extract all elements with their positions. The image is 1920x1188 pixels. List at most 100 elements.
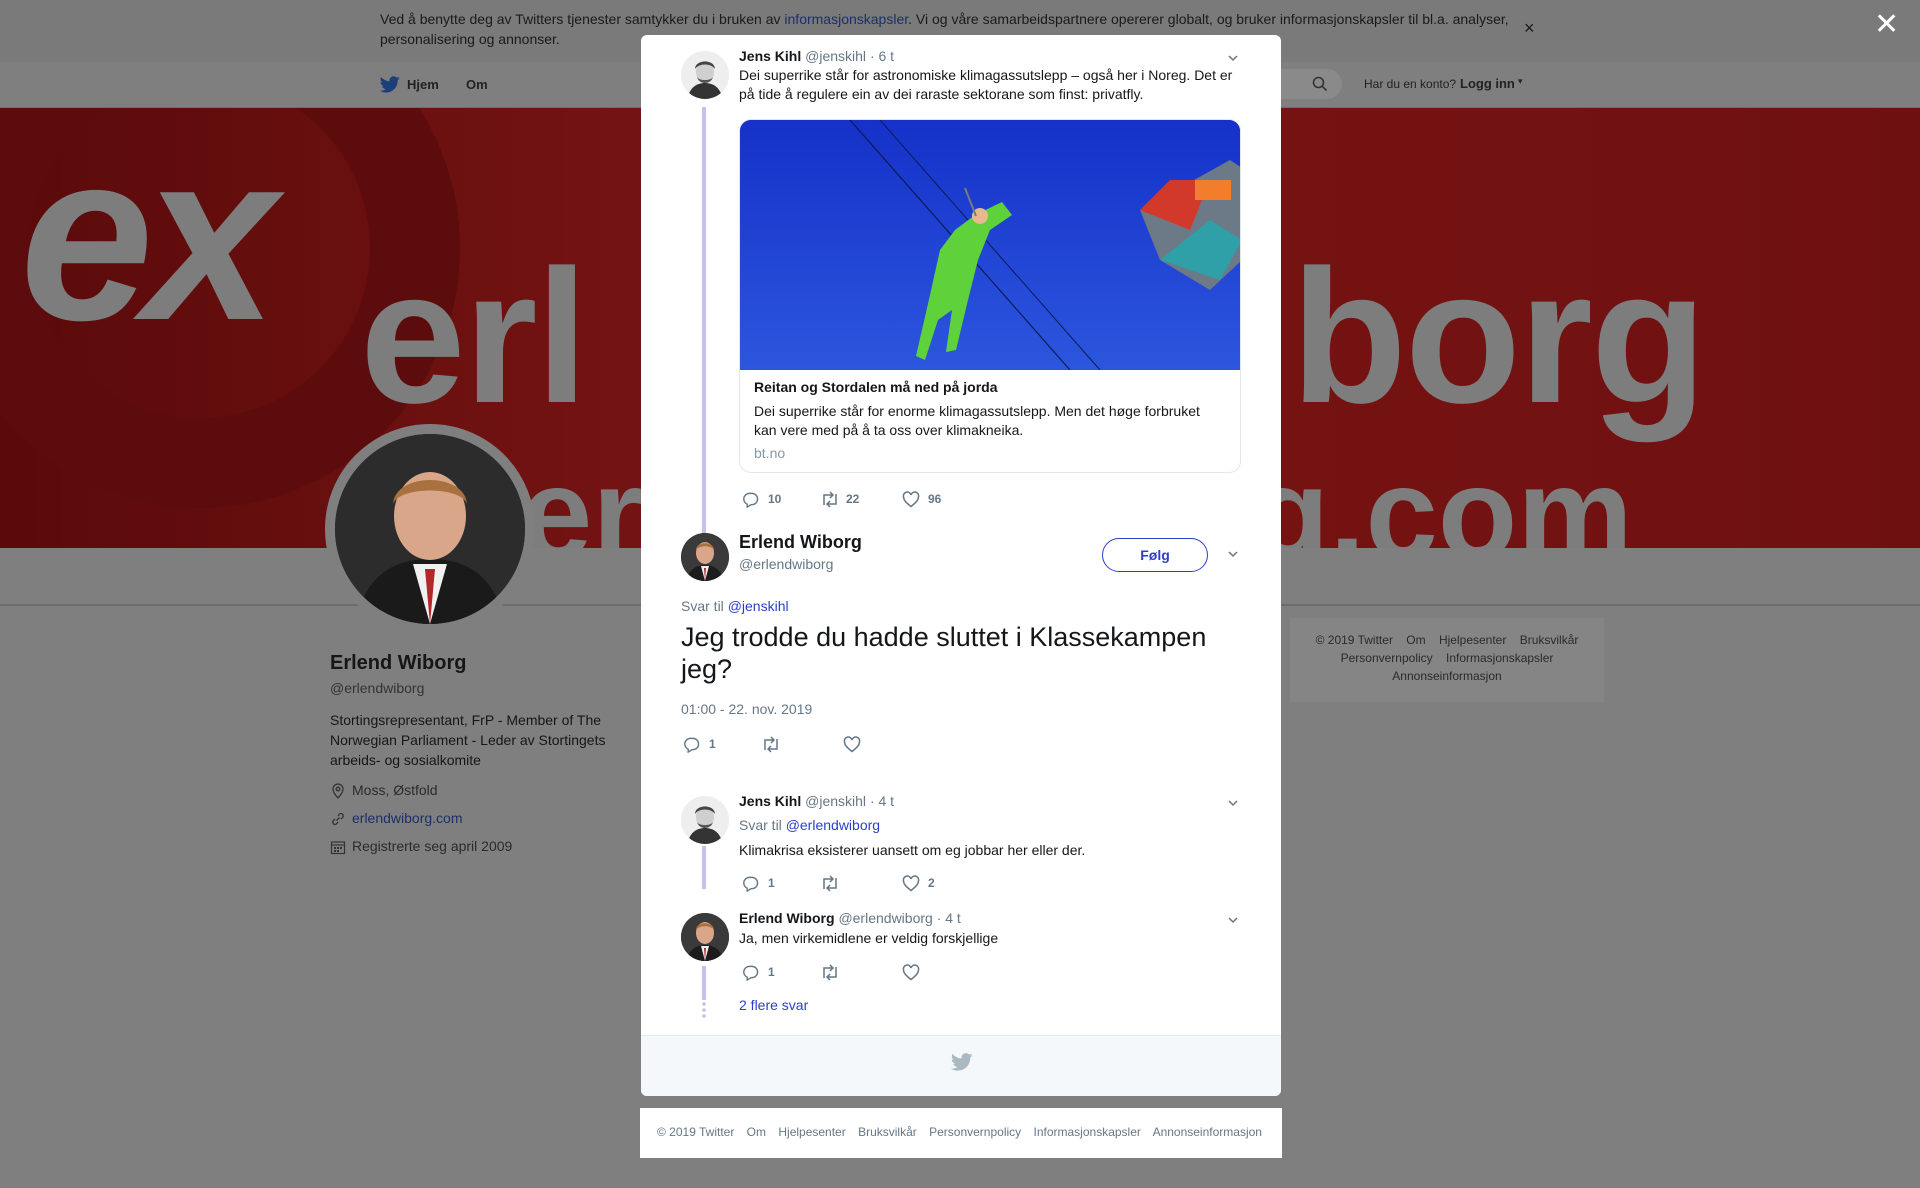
- tweet-author-handle[interactable]: @erlendwiborg: [838, 910, 932, 926]
- like-count: 96: [928, 492, 942, 506]
- tweet-author-name[interactable]: Erlend Wiborg: [739, 910, 835, 926]
- link-preview-card[interactable]: Reitan og Stordalen må ned på jorda Dei …: [739, 119, 1241, 473]
- follow-button[interactable]: Følg: [1102, 538, 1208, 572]
- chevron-down-icon[interactable]: [1226, 796, 1240, 810]
- footer-copyright: © 2019 Twitter: [1315, 633, 1393, 647]
- main-tweet-timestamp[interactable]: 01:00 - 22. nov. 2019: [681, 701, 812, 717]
- footer-copyright: © 2019 Twitter: [657, 1125, 735, 1139]
- retweet-icon: [823, 875, 837, 892]
- erlend-wiborg-avatar[interactable]: [681, 913, 729, 961]
- tweet-author-handle[interactable]: @jenskihl: [805, 793, 866, 809]
- heart-icon: [902, 875, 920, 892]
- main-tweet-text: Jeg trodde du hadde sluttet i Klassekamp…: [681, 622, 1207, 684]
- retweet-button[interactable]: [820, 875, 840, 895]
- twitter-bird-icon: [380, 76, 400, 93]
- tweet-author-handle[interactable]: @jenskihl: [805, 48, 866, 64]
- profile-joined-text: Registrerte seg april 2009: [352, 838, 513, 854]
- retweet-button[interactable]: [820, 964, 840, 984]
- profile-website-link[interactable]: erlendwiborg.com: [352, 810, 463, 826]
- more-replies-link[interactable]: 2 flere svar: [739, 997, 808, 1013]
- reply-button[interactable]: 1: [742, 964, 775, 984]
- footer-privacy-link[interactable]: Personvernpolicy: [929, 1125, 1021, 1139]
- footer-terms-link[interactable]: Bruksvilkår: [1520, 633, 1579, 647]
- banner-text-bottom-right: g.com: [1250, 440, 1633, 548]
- like-button[interactable]: 96: [902, 491, 941, 511]
- parent-tweet-text: Dei superrike står for astronomiske klim…: [739, 67, 1233, 102]
- footer-cookies-link[interactable]: Informasjonskapsler: [1446, 651, 1553, 665]
- heart-icon: [902, 964, 920, 981]
- person-portrait-icon: [681, 51, 729, 99]
- reply-count: 1: [709, 737, 716, 751]
- close-icon[interactable]: ✕: [1874, 10, 1899, 40]
- profile-bio: Stortingsrepresentant, FrP - Member of T…: [330, 712, 606, 768]
- sidebar-footer-row: Annonseinformasjon: [1290, 669, 1604, 683]
- banner-logo-text: ex: [20, 108, 277, 370]
- card-domain: bt.no: [754, 445, 786, 461]
- location-pin-icon: [332, 783, 344, 799]
- reply-to-line: Svar til @erlendwiborg: [739, 817, 880, 833]
- banner-text-bottom-left: er: [520, 440, 643, 548]
- retweet-icon: [823, 491, 837, 508]
- footer-cookies-link[interactable]: Informasjonskapsler: [1034, 1125, 1141, 1139]
- jens-kihl-avatar[interactable]: [681, 51, 729, 99]
- card-title: Reitan og Stordalen må ned på jorda: [754, 379, 998, 395]
- reply-button[interactable]: 1: [742, 875, 775, 895]
- reply-to-link[interactable]: @erlendwiborg: [786, 817, 880, 833]
- main-tweet-author-name[interactable]: Erlend Wiborg: [739, 532, 862, 553]
- erlend-wiborg-avatar[interactable]: [681, 533, 729, 581]
- reply-to-label: Svar til: [739, 817, 782, 833]
- cookie-close-button[interactable]: ×: [1524, 18, 1535, 39]
- person-portrait-icon: [681, 913, 729, 961]
- cookie-text-before: Ved å benytte deg av Twitters tjenester …: [380, 11, 785, 27]
- card-image: [740, 120, 1240, 370]
- search-icon: [1312, 76, 1328, 92]
- main-tweet-author-handle[interactable]: @erlendwiborg: [739, 556, 833, 572]
- tweet-author-name[interactable]: Jens Kihl: [739, 793, 801, 809]
- profile-avatar-photo: [335, 434, 525, 624]
- sidebar-footer-row: Personvernpolicy Informasjonskapsler: [1290, 651, 1604, 665]
- tweet-time[interactable]: · 4 t: [937, 910, 961, 926]
- heart-icon: [843, 736, 861, 753]
- reply-button[interactable]: 10: [742, 491, 781, 511]
- chevron-down-icon[interactable]: [1226, 547, 1240, 561]
- retweet-count: 22: [846, 492, 860, 506]
- reply-count: 10: [768, 492, 782, 506]
- person-portrait-icon: [681, 533, 729, 581]
- footer-privacy-link[interactable]: Personvernpolicy: [1341, 651, 1433, 665]
- card-photo-icon: [740, 120, 1240, 370]
- calendar-icon: [330, 841, 346, 855]
- reply-tweet-actions: 1 2: [742, 875, 1042, 895]
- profile-handle: @erlendwiborg: [330, 680, 425, 696]
- profile-avatar[interactable]: [325, 424, 535, 634]
- footer-terms-link[interactable]: Bruksvilkår: [858, 1125, 917, 1139]
- footer-ads-info-link[interactable]: Annonseinformasjon: [1153, 1125, 1262, 1139]
- like-button[interactable]: [902, 964, 920, 984]
- tweet-time[interactable]: · 6 t: [870, 48, 894, 64]
- nav-about-link[interactable]: Om: [466, 77, 488, 92]
- footer-ads-info-link[interactable]: Annonseinformasjon: [1392, 669, 1501, 683]
- login-link[interactable]: Logg inn: [1460, 76, 1515, 91]
- cookie-link[interactable]: informasjonskapsler: [784, 11, 908, 27]
- reply-button[interactable]: 1: [683, 736, 716, 756]
- retweet-button[interactable]: [761, 736, 781, 756]
- nav-home-link[interactable]: Hjem: [407, 77, 439, 92]
- like-button[interactable]: [843, 736, 861, 756]
- profile-name: Erlend Wiborg: [330, 652, 467, 674]
- link-icon: [332, 812, 344, 826]
- like-button[interactable]: 2: [902, 875, 935, 895]
- chevron-down-icon[interactable]: [1226, 913, 1240, 927]
- tweet-author-name[interactable]: Jens Kihl: [739, 48, 801, 64]
- parent-tweet-header: Jens Kihl @jenskihl · 6 t: [739, 48, 894, 64]
- reply-to-link[interactable]: @jenskihl: [728, 598, 789, 614]
- footer-help-link[interactable]: Hjelpesenter: [778, 1125, 845, 1139]
- modal-footer: [641, 1035, 1281, 1096]
- chevron-down-icon[interactable]: [1226, 51, 1240, 65]
- footer-about-link[interactable]: Om: [747, 1125, 766, 1139]
- reply-icon: [743, 876, 759, 893]
- reply-tweet-header: Jens Kihl @jenskihl · 4 t: [739, 793, 894, 809]
- jens-kihl-avatar[interactable]: [681, 796, 729, 844]
- footer-help-link[interactable]: Hjelpesenter: [1439, 633, 1506, 647]
- retweet-button[interactable]: 22: [820, 491, 859, 511]
- footer-about-link[interactable]: Om: [1406, 633, 1425, 647]
- tweet-time[interactable]: · 4 t: [870, 793, 894, 809]
